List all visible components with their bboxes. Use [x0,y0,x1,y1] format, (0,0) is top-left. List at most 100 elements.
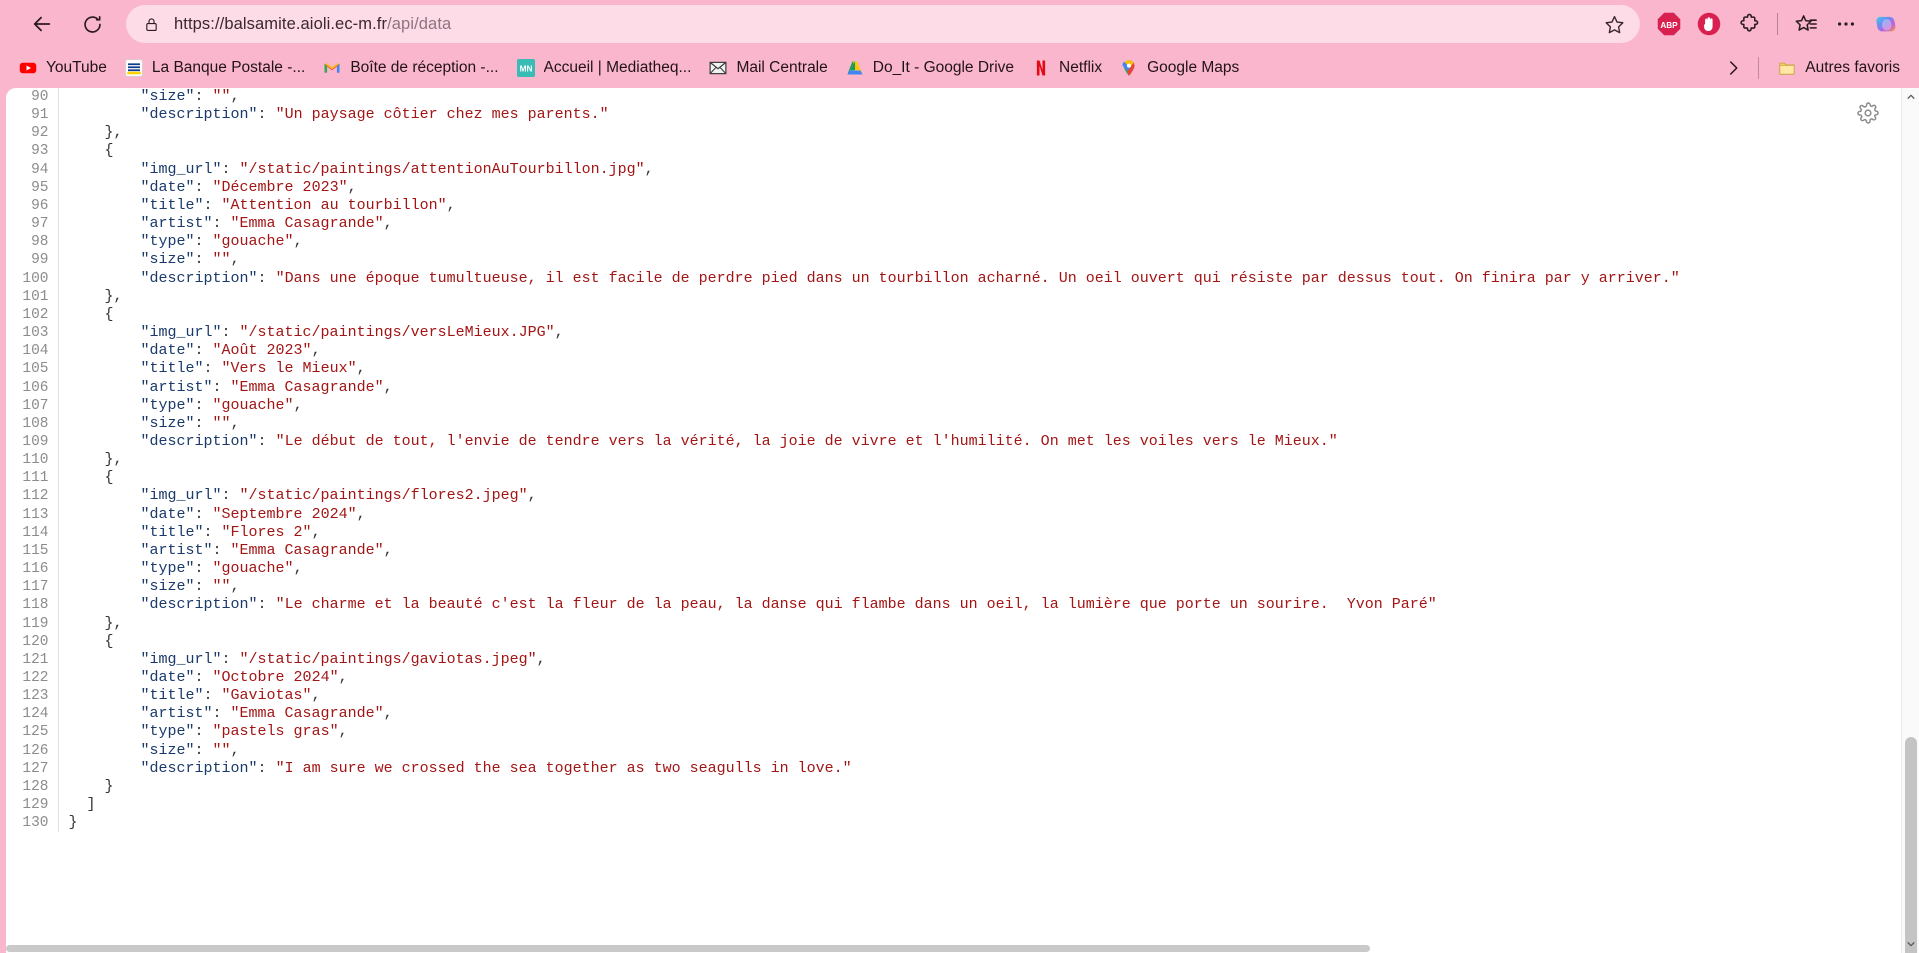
line-content[interactable]: "date": "Août 2023", [58,342,1900,360]
json-punct: , [311,342,321,360]
bookmark-google-maps[interactable]: Google Maps [1111,53,1248,83]
bookmark-label: Netflix [1059,59,1103,76]
line-content[interactable]: } [58,778,1900,796]
bookmark-boite-de-reception[interactable]: Boîte de réception -... [314,53,507,83]
json-punct [69,342,141,359]
line-content[interactable]: "artist": "Emma Casagrande", [58,542,1900,560]
line-content[interactable]: "size": "", [58,251,1900,269]
line-content[interactable]: "description": "Le début de tout, l'envi… [58,433,1900,451]
adblock-hand-icon[interactable] [1690,5,1728,43]
adblock-plus-icon[interactable]: ABP [1650,5,1688,43]
line-content[interactable]: "date": "Septembre 2024", [58,506,1900,524]
line-content[interactable]: "artist": "Emma Casagrande", [58,215,1900,233]
bookmarks-bar: YouTube La Banque Postale -... Boîte de … [0,48,1919,88]
line-content[interactable]: "description": "Un paysage côtier chez m… [58,106,1900,124]
favorite-star-icon[interactable] [1598,8,1630,40]
bookmark-label: Autres favoris [1805,59,1900,76]
copilot-icon[interactable] [1867,5,1905,43]
toolbar-icon-group: ABP [1650,5,1905,43]
json-punct: : [221,650,240,668]
line-content[interactable]: "img_url": "/static/paintings/flores2.jp… [58,487,1900,505]
bookmark-mail-centrale[interactable]: Mail Centrale [700,53,836,83]
line-number: 105 [6,360,59,379]
line-content[interactable]: { [58,142,1900,160]
code-line: 120 { [6,632,1900,651]
json-viewer[interactable]: 90 "size": "", 91 "description": "Un pays… [6,88,1900,953]
line-content[interactable]: ] [58,796,1900,814]
extensions-puzzle-icon[interactable] [1730,5,1768,43]
json-key: "size" [140,251,195,269]
collections-icon[interactable] [1787,5,1825,43]
bookmarks-overflow-chevron-icon[interactable] [1718,53,1748,83]
line-content[interactable]: "img_url": "/static/paintings/attentionA… [58,161,1900,179]
bookmark-autres-favoris[interactable]: Autres favoris [1769,53,1909,83]
line-content[interactable]: "title": "Attention au tourbillon", [58,197,1900,215]
reload-button[interactable] [72,4,112,44]
line-content[interactable]: { [58,306,1900,324]
json-punct: : [221,160,240,178]
json-string: "" [212,578,231,596]
bookmark-netflix[interactable]: Netflix [1023,53,1111,83]
line-content[interactable]: }, [58,288,1900,306]
line-content[interactable]: "date": "Décembre 2023", [58,179,1900,197]
line-number: 114 [6,523,59,542]
line-content[interactable]: "artist": "Emma Casagrande", [58,379,1900,397]
json-key: "type" [140,233,195,251]
back-button[interactable] [22,4,62,44]
line-content[interactable]: "type": "gouache", [58,397,1900,415]
line-content[interactable]: "size": "", [58,415,1900,433]
line-content[interactable]: "img_url": "/static/paintings/gaviotas.j… [58,651,1900,669]
line-content[interactable]: "img_url": "/static/paintings/versLeMieu… [58,324,1900,342]
line-content[interactable]: }, [58,615,1900,633]
json-punct: { [68,632,114,650]
bookmark-label: YouTube [46,59,107,76]
line-content[interactable]: "description": "Le charme et la beauté c… [58,596,1900,614]
line-content[interactable]: { [58,633,1900,651]
line-content[interactable]: "type": "gouache", [58,560,1900,578]
line-content[interactable]: "title": "Flores 2", [58,524,1900,542]
json-string: "/static/paintings/gaviotas.jpeg" [239,650,537,668]
vertical-scrollbar-thumb[interactable] [1905,737,1917,953]
line-content[interactable]: "artist": "Emma Casagrande", [58,705,1900,723]
line-content[interactable]: "date": "Octobre 2024", [58,669,1900,687]
json-key: "description" [140,759,258,777]
horizontal-scrollbar-thumb[interactable] [6,945,1371,952]
bookmark-la-banque-postale[interactable]: La Banque Postale -... [116,53,314,83]
line-content[interactable]: "type": "gouache", [58,233,1900,251]
bookmark-do-it-google-drive[interactable]: Do_It - Google Drive [837,53,1023,83]
line-content[interactable]: "description": "I am sure we crossed the… [58,760,1900,778]
code-line: 94 "img_url": "/static/paintings/attenti… [6,160,1900,179]
json-key: "description" [140,432,258,450]
line-content[interactable]: }, [58,124,1900,142]
bookmark-label: Boîte de réception -... [350,59,499,76]
address-bar[interactable]: https://balsamite.aioli.ec-m.fr/api/data [126,5,1640,43]
line-content[interactable]: "size": "", [58,578,1900,596]
line-content[interactable]: "title": "Vers le Mieux", [58,360,1900,378]
json-punct [69,687,141,704]
scroll-down-chevron-icon[interactable] [1902,935,1919,953]
vertical-scrollbar[interactable] [1901,88,1919,953]
line-content[interactable]: "type": "pastels gras", [58,723,1900,741]
line-content[interactable]: { [58,469,1900,487]
line-content[interactable]: } [58,814,1900,832]
lock-icon[interactable] [140,13,162,35]
bookmark-accueil-mediatheque[interactable]: MN Accueil | Mediatheq... [508,53,701,83]
json-string: "I am sure we crossed the sea together a… [275,759,852,777]
json-string: "/static/paintings/flores2.jpeg" [239,487,528,505]
line-content[interactable]: }, [58,451,1900,469]
url-text[interactable]: https://balsamite.aioli.ec-m.fr/api/data [174,15,1598,34]
bookmark-label: La Banque Postale -... [151,59,306,76]
line-content[interactable]: "description": "Dans une époque tumultue… [58,270,1900,288]
line-number: 119 [6,614,59,633]
line-content[interactable]: "size": "", [58,88,1900,106]
gear-icon[interactable] [1853,98,1883,128]
json-key: "type" [140,723,195,741]
json-punct: { [68,305,114,323]
bookmark-youtube[interactable]: YouTube [10,53,116,83]
horizontal-scrollbar[interactable] [6,944,1901,953]
line-content[interactable]: "size": "", [58,742,1900,760]
json-punct: : [257,269,276,287]
line-content[interactable]: "title": "Gaviotas", [58,687,1900,705]
settings-and-more-icon[interactable] [1827,5,1865,43]
scroll-up-chevron-icon[interactable] [1902,88,1919,106]
